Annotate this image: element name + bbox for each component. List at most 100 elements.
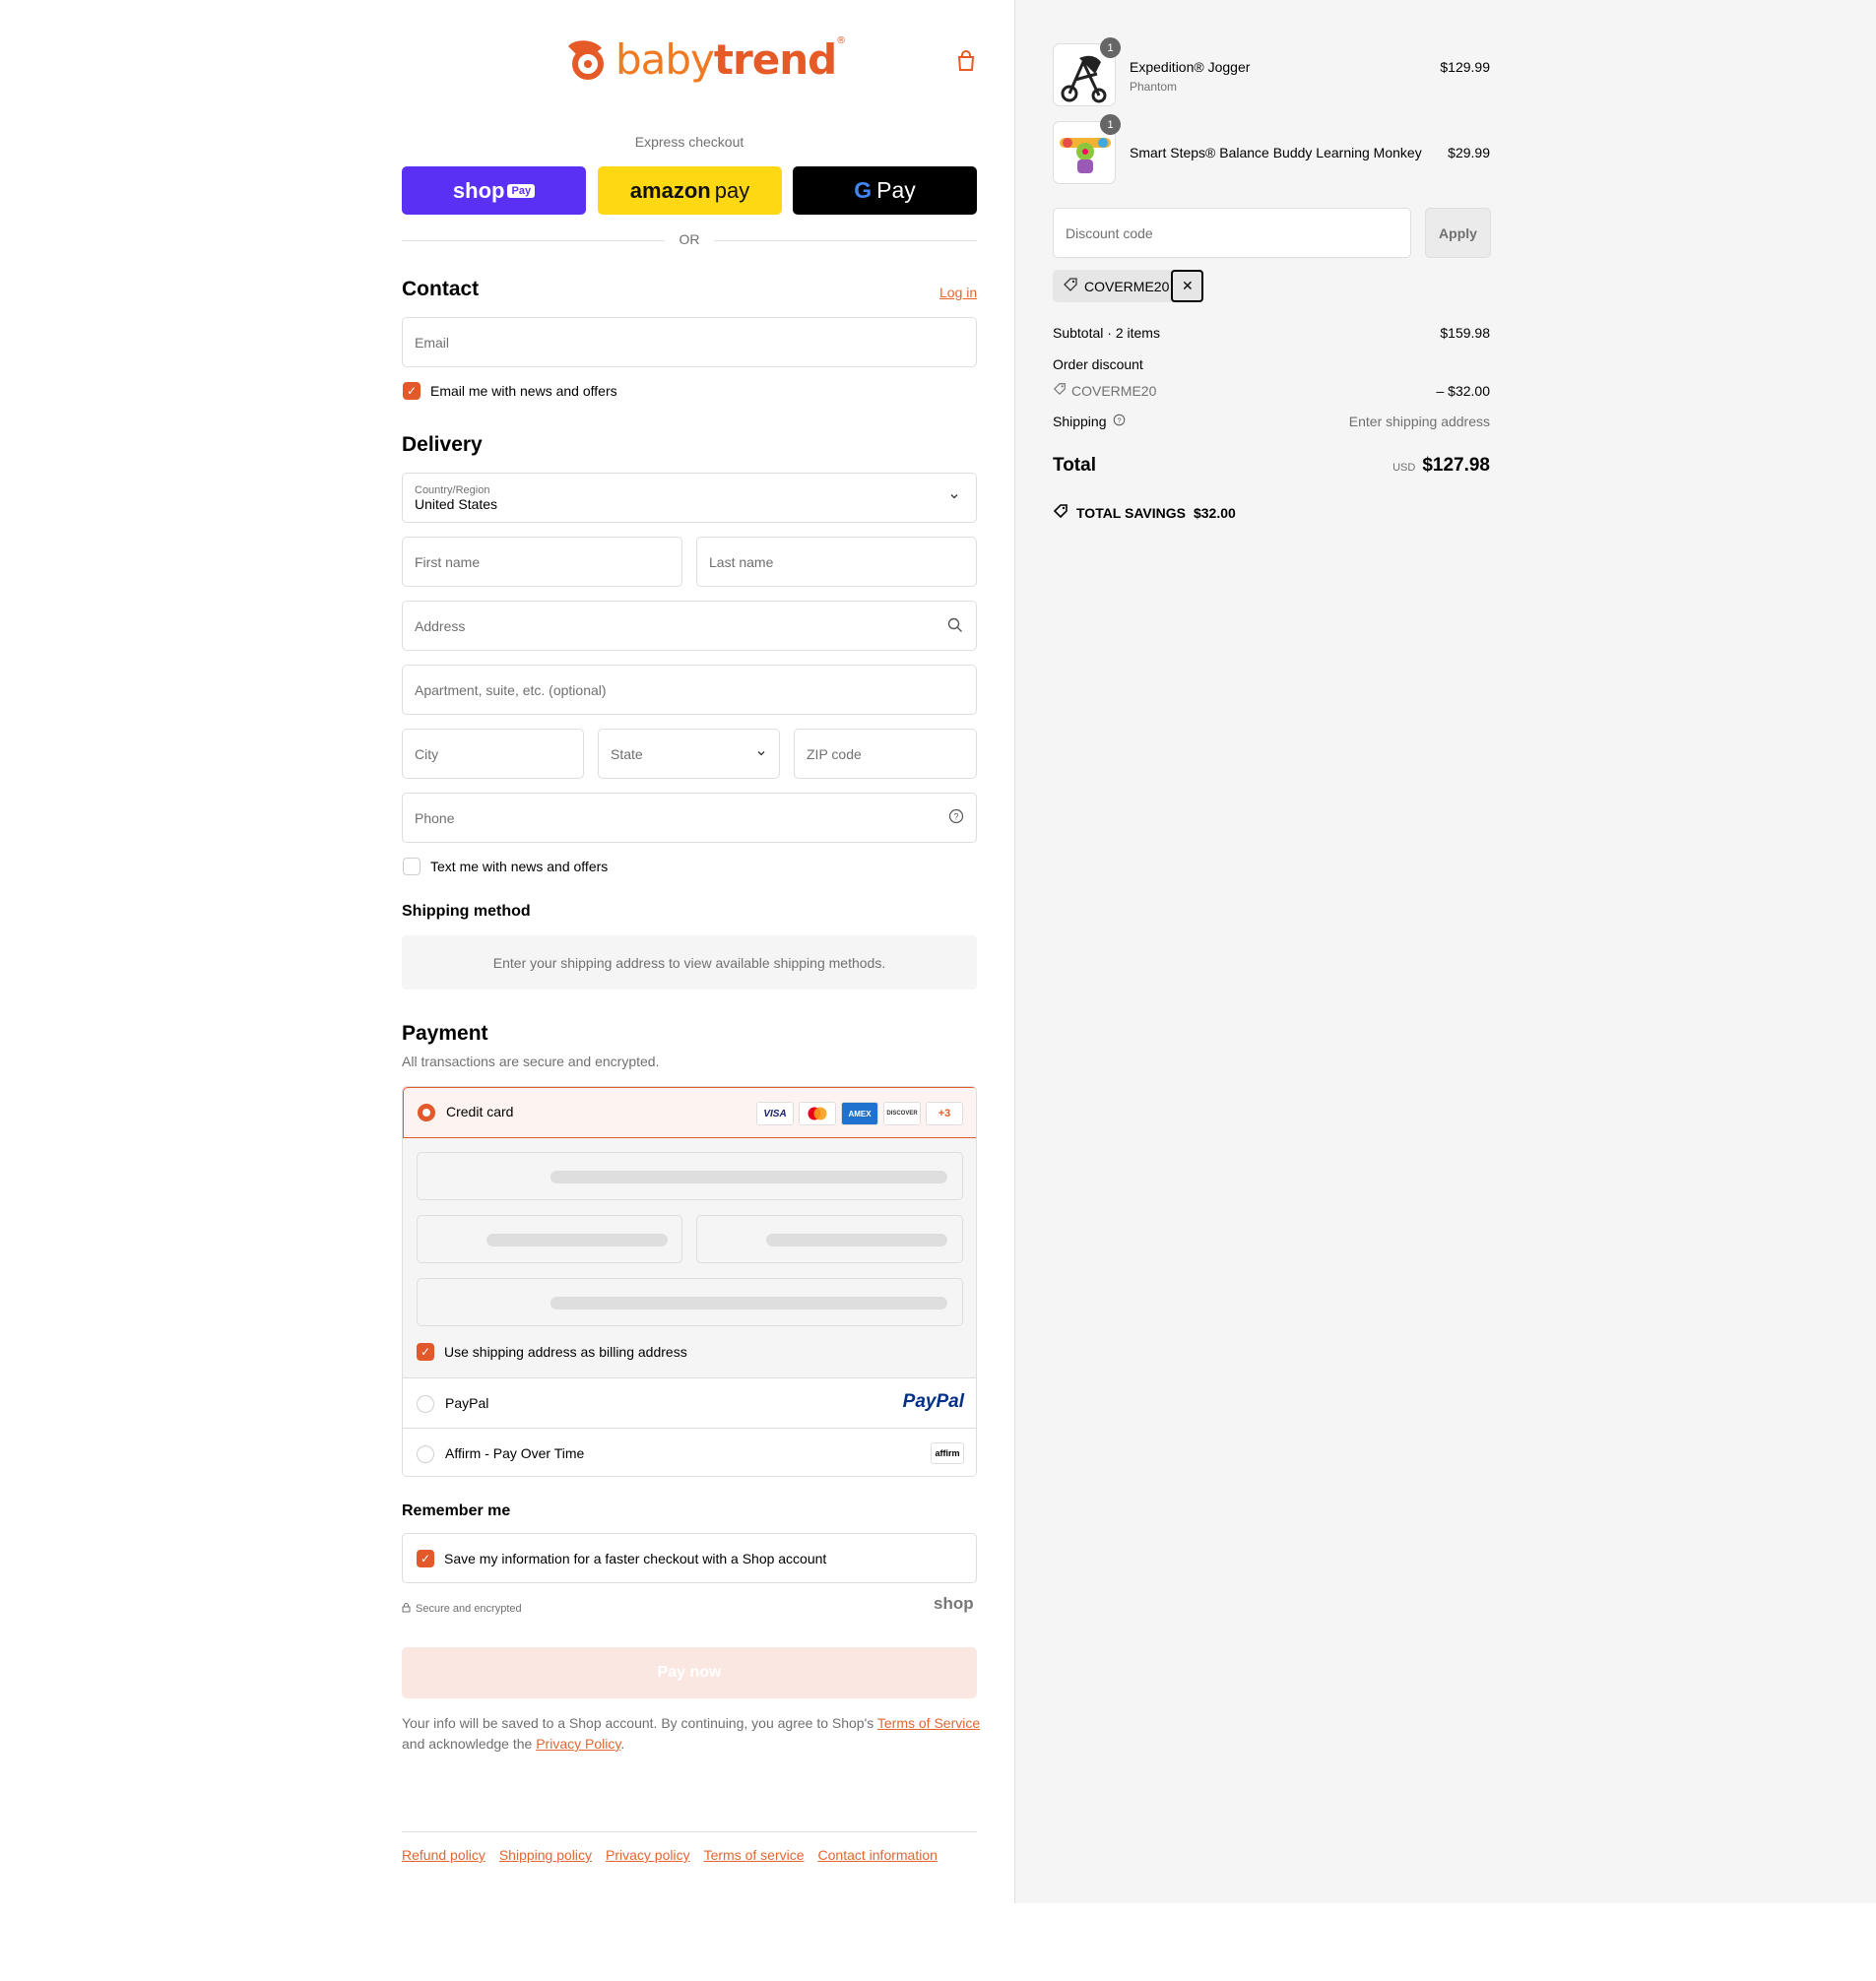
billing-checkbox[interactable]: ✓ xyxy=(417,1343,434,1361)
city-field[interactable]: City xyxy=(402,729,584,779)
billing-label: Use shipping address as billing address xyxy=(444,1344,687,1360)
footer-divider xyxy=(402,1831,977,1832)
express-checkout-label: Express checkout xyxy=(634,134,744,150)
affirm-label: Affirm - Pay Over Time xyxy=(445,1445,585,1461)
google-pay-button[interactable]: G Pay xyxy=(793,166,977,215)
apartment-placeholder: Apartment, suite, etc. (optional) xyxy=(415,681,607,698)
discount-code-text: COVERME20 xyxy=(1071,382,1157,399)
credit-card-label: Credit card xyxy=(446,1104,514,1119)
discount-code-input[interactable]: Discount code xyxy=(1053,208,1411,258)
discover-icon: DISCOVER xyxy=(883,1102,921,1125)
login-link[interactable]: Log in xyxy=(939,285,977,300)
brand-logo[interactable]: babytrend® xyxy=(564,30,846,89)
amazon-pay-label: amazon xyxy=(629,177,711,203)
currency-code: USD xyxy=(1392,462,1416,474)
footer-privacy-policy-link[interactable]: Privacy policy xyxy=(606,1847,690,1863)
shop-logo: shop xyxy=(934,1594,974,1613)
google-pay-label: Pay xyxy=(876,177,916,203)
order-discount-label: Order discount xyxy=(1053,356,1143,372)
total-label: Total xyxy=(1053,455,1096,476)
email-field[interactable]: Email xyxy=(402,317,977,367)
contact-heading: Contact xyxy=(402,278,480,300)
amazon-pay-button[interactable]: amazon pay xyxy=(598,166,782,215)
affirm-radio[interactable] xyxy=(417,1445,434,1463)
applied-discount-chip: COVERME20 ✕ xyxy=(1053,270,1204,302)
refund-policy-link[interactable]: Refund policy xyxy=(402,1847,485,1863)
credit-card-radio[interactable] xyxy=(418,1104,435,1121)
country-label: Country/Region xyxy=(415,483,490,496)
applied-discount-code: COVERME20 xyxy=(1084,278,1170,294)
name-on-card-field[interactable] xyxy=(417,1278,963,1326)
visa-icon: VISA xyxy=(756,1102,794,1125)
payment-methods: Credit card VISA AMEX DISCOVER +3 ✓ Use … xyxy=(402,1086,977,1477)
last-name-placeholder: Last name xyxy=(709,553,774,570)
save-info-checkbox[interactable]: ✓ xyxy=(417,1550,434,1567)
contact-information-link[interactable]: Contact information xyxy=(818,1847,938,1863)
search-icon xyxy=(947,617,963,636)
sms-row[interactable]: Text me with news and offers xyxy=(403,858,608,875)
tag-icon xyxy=(1063,277,1078,295)
shop-pay-label: shop xyxy=(452,177,505,203)
newsletter-row[interactable]: ✓ Email me with news and offers xyxy=(403,382,617,400)
product-variant: Phantom xyxy=(1130,80,1178,94)
address-field[interactable]: Address xyxy=(402,601,977,651)
mastercard-icon xyxy=(799,1102,836,1125)
discount-code-row: COVERME20 xyxy=(1053,382,1156,399)
remember-me-box[interactable]: ✓ Save my information for a faster check… xyxy=(402,1533,977,1583)
subtotal-value: $159.98 xyxy=(1440,325,1490,341)
paypal-option[interactable]: PayPal PayPal xyxy=(403,1378,976,1429)
footer-terms-link[interactable]: Terms of service xyxy=(704,1847,805,1863)
zip-field[interactable]: ZIP code xyxy=(794,729,977,779)
more-cards-badge: +3 xyxy=(926,1102,963,1125)
total-savings-row: TOTAL SAVINGS $32.00 xyxy=(1053,503,1236,522)
state-placeholder: State xyxy=(611,745,643,762)
shipping-row: Shipping ? xyxy=(1053,414,1126,429)
email-placeholder: Email xyxy=(415,334,450,351)
newsletter-checkbox[interactable]: ✓ xyxy=(403,382,420,400)
zip-placeholder: ZIP code xyxy=(807,745,862,762)
cvv-field[interactable] xyxy=(696,1215,963,1263)
shopping-bag-icon[interactable] xyxy=(955,49,977,73)
quantity-badge: 1 xyxy=(1100,37,1121,58)
terms-of-service-link[interactable]: Terms of Service xyxy=(877,1715,980,1731)
help-circle-icon[interactable]: ? xyxy=(948,808,964,827)
first-name-field[interactable]: First name xyxy=(402,537,682,587)
shipping-method-heading: Shipping method xyxy=(402,903,531,920)
shop-pay-badge: Pay xyxy=(507,183,536,198)
sms-checkbox[interactable] xyxy=(403,858,420,875)
tag-icon xyxy=(1053,382,1067,399)
pay-now-button[interactable]: Pay now xyxy=(402,1647,977,1698)
paypal-logo: PayPal xyxy=(902,1391,964,1412)
remember-me-heading: Remember me xyxy=(402,1502,511,1519)
paypal-label: PayPal xyxy=(445,1395,489,1411)
privacy-policy-link[interactable]: Privacy Policy xyxy=(536,1736,620,1752)
shop-pay-button[interactable]: shop Pay xyxy=(402,166,586,215)
billing-row[interactable]: ✓ Use shipping address as billing addres… xyxy=(417,1343,687,1361)
svg-text:?: ? xyxy=(1117,415,1121,424)
paypal-radio[interactable] xyxy=(417,1395,434,1413)
credit-card-option[interactable]: Credit card VISA AMEX DISCOVER +3 xyxy=(403,1087,976,1138)
expiry-field[interactable] xyxy=(417,1215,682,1263)
total-savings-value: $32.00 xyxy=(1193,504,1236,521)
discount-value: – $32.00 xyxy=(1436,383,1491,399)
terms-text: Your info will be saved to a Shop accoun… xyxy=(402,1713,993,1755)
shipping-policy-link[interactable]: Shipping policy xyxy=(499,1847,592,1863)
country-select[interactable]: Country/Region United States xyxy=(402,473,977,523)
total-savings-label: TOTAL SAVINGS xyxy=(1076,504,1186,521)
apply-button[interactable]: Apply xyxy=(1425,208,1491,258)
last-name-field[interactable]: Last name xyxy=(696,537,977,587)
secure-note: Secure and encrypted xyxy=(402,1602,522,1616)
phone-field[interactable]: Phone ? xyxy=(402,793,977,843)
svg-text:?: ? xyxy=(953,812,958,822)
state-select[interactable]: State xyxy=(598,729,780,779)
apartment-field[interactable]: Apartment, suite, etc. (optional) xyxy=(402,665,977,715)
close-icon[interactable]: ✕ xyxy=(1171,270,1204,302)
secure-text: Secure and encrypted xyxy=(416,1603,522,1615)
card-number-field[interactable] xyxy=(417,1152,963,1200)
subtotal-label: Subtotal · 2 items xyxy=(1053,325,1160,341)
discount-code-placeholder: Discount code xyxy=(1066,224,1153,241)
terms-text-part1: Your info will be saved to a Shop accoun… xyxy=(402,1715,877,1731)
affirm-option[interactable]: Affirm - Pay Over Time affirm xyxy=(403,1429,976,1476)
help-circle-icon[interactable]: ? xyxy=(1113,414,1126,429)
tag-icon xyxy=(1053,503,1068,522)
